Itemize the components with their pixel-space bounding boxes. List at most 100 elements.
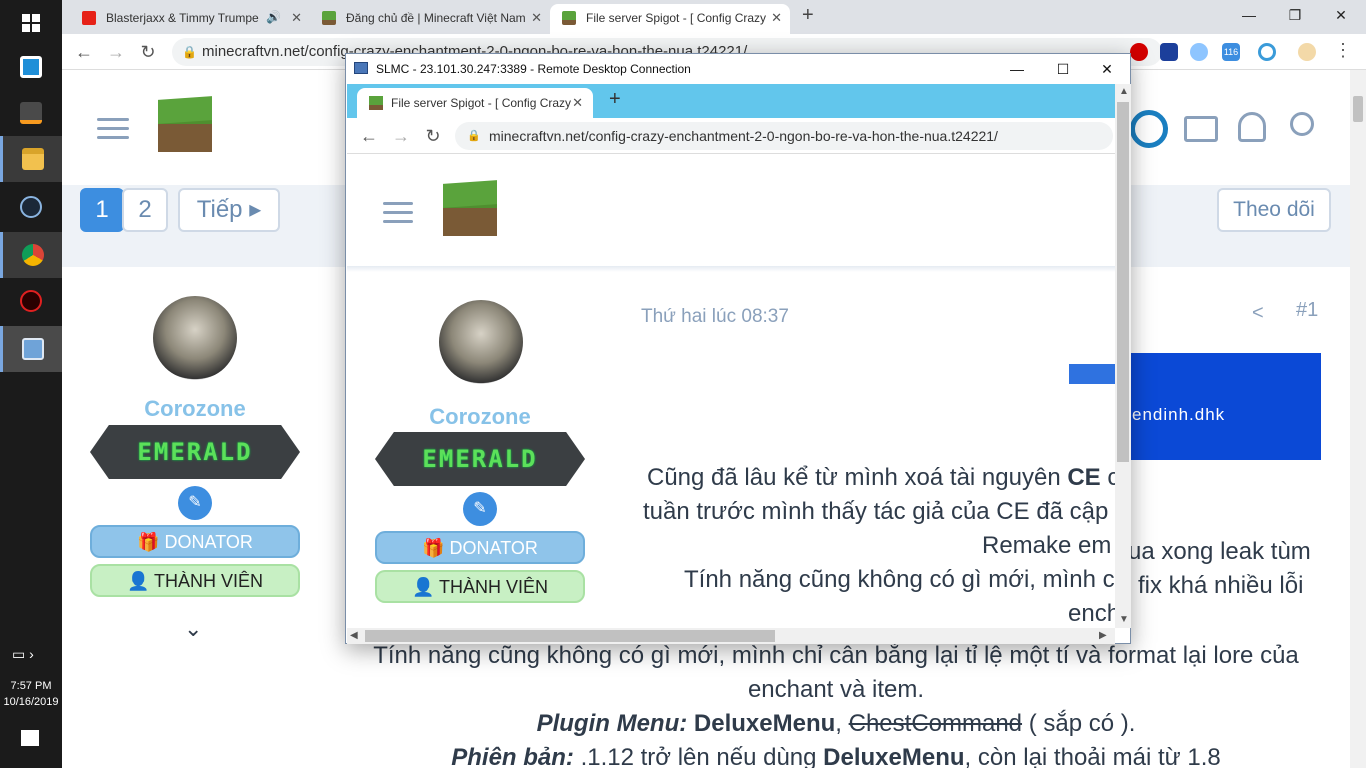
opera-ext-icon[interactable] bbox=[1130, 43, 1148, 61]
scroll-left-icon[interactable]: ◀ bbox=[350, 630, 358, 641]
inner-address-bar[interactable]: 🔒 minecraftvn.net/config-crazy-enchantme… bbox=[455, 122, 1113, 150]
tab-file-server-spigot[interactable]: File server Spigot - [ Config Crazy ✕ bbox=[550, 4, 790, 34]
scroll-up-icon[interactable]: ▲ bbox=[1119, 86, 1129, 97]
inner-menu-icon[interactable] bbox=[383, 202, 413, 224]
rdp-close-button[interactable]: ✕ bbox=[1084, 54, 1130, 84]
user-badge-icon[interactable]: ✎ bbox=[178, 486, 212, 520]
back-button[interactable]: ← bbox=[72, 40, 96, 64]
inner-text-line-2: tuần trước mình thấy tác giả của CE đã c… bbox=[643, 498, 1115, 525]
inner-tab-file-server[interactable]: File server Spigot - [ Config Crazy ✕ bbox=[357, 88, 593, 118]
close-icon[interactable]: ✕ bbox=[531, 4, 542, 32]
post-number-link[interactable]: #1 bbox=[1296, 299, 1318, 322]
new-tab-button[interactable]: + bbox=[802, 4, 814, 27]
next-label: Tiếp bbox=[196, 196, 243, 223]
next-page-button[interactable]: Tiếp ▸ bbox=[178, 188, 280, 232]
clock-date: 10/16/2019 bbox=[3, 696, 59, 708]
rdp-maximize-button[interactable]: ☐ bbox=[1040, 54, 1086, 84]
j-ext-icon[interactable] bbox=[1160, 43, 1178, 61]
rdp-minimize-button[interactable]: — bbox=[994, 54, 1040, 84]
chevron-down-icon[interactable]: ⌄ bbox=[184, 616, 202, 642]
minecraft-grass-icon bbox=[562, 11, 576, 25]
inner-horizontal-scrollbar[interactable]: ◀ ▶ bbox=[347, 628, 1115, 644]
mail-icon[interactable] bbox=[1184, 116, 1218, 142]
close-icon[interactable]: ✕ bbox=[572, 88, 583, 118]
inner-vertical-scrollbar[interactable]: ▲ ▼ bbox=[1115, 84, 1131, 628]
inner-back-button[interactable]: ← bbox=[357, 124, 381, 148]
minimize-button[interactable]: — bbox=[1226, 0, 1272, 30]
app-blue-square-icon[interactable] bbox=[0, 44, 62, 90]
outer-scroll-thumb[interactable] bbox=[1353, 96, 1363, 122]
inner-donator-role: 🎁 DONATOR bbox=[375, 531, 585, 564]
scroll-right-icon[interactable]: ▶ bbox=[1099, 630, 1107, 641]
remote-desktop-window: SLMC - 23.101.30.247:3389 - Remote Deskt… bbox=[345, 53, 1131, 644]
close-window-button[interactable]: ✕ bbox=[1318, 0, 1364, 30]
calendar-ext-icon[interactable]: 116 bbox=[1222, 43, 1240, 61]
share-icon[interactable]: < bbox=[1252, 302, 1264, 325]
page-1-button[interactable]: 1 bbox=[80, 188, 124, 232]
power-icon[interactable] bbox=[1130, 110, 1168, 148]
version-line: Phiên bản: .1.12 trở lên nếu dùng Deluxe… bbox=[356, 744, 1316, 768]
page-2-button[interactable]: 2 bbox=[122, 188, 168, 232]
outer-scrollbar[interactable] bbox=[1350, 70, 1366, 768]
chrome-icon[interactable] bbox=[0, 232, 62, 278]
rdp-title-bar[interactable]: SLMC - 23.101.30.247:3389 - Remote Deskt… bbox=[346, 54, 1130, 84]
profile-avatar[interactable] bbox=[1298, 43, 1316, 61]
steam-icon[interactable] bbox=[0, 184, 62, 230]
scroll-down-icon[interactable]: ▼ bbox=[1119, 614, 1129, 625]
inner-user-badge-icon[interactable]: ✎ bbox=[463, 492, 497, 526]
outer-tab-strip: Blasterjaxx & Timmy Trumpe ✕ 🔊 Đăng chủ … bbox=[62, 0, 1366, 34]
reload-button[interactable]: ↻ bbox=[136, 40, 160, 64]
garena-icon[interactable] bbox=[0, 278, 62, 324]
system-clock[interactable]: 7:57 PM 10/16/2019 bbox=[0, 678, 62, 710]
donator-label: DONATOR bbox=[164, 532, 253, 552]
search-ext-icon[interactable] bbox=[1258, 43, 1276, 61]
inner-tab-strip: File server Spigot - [ Config Crazy ✕ + bbox=[347, 84, 1115, 118]
inner-reload-button[interactable]: ↻ bbox=[421, 124, 445, 148]
image-caption: endinh.dhk bbox=[1132, 405, 1226, 424]
inner-text-line-4: Tính năng cũng không có gì mới, mình c bbox=[684, 566, 1115, 593]
bell-icon[interactable] bbox=[1238, 112, 1266, 142]
close-icon[interactable]: ✕ bbox=[291, 4, 302, 32]
network-icon[interactable]: ▭ › bbox=[12, 646, 34, 663]
header-divider bbox=[347, 266, 1115, 272]
user-avatar[interactable] bbox=[153, 296, 237, 380]
follow-button[interactable]: Theo dõi bbox=[1217, 188, 1331, 232]
post-image[interactable]: endinh.dhk bbox=[1130, 353, 1321, 460]
inner-text-line-3: Remake em bbox=[982, 532, 1112, 559]
inner-text-line-1: Cũng đã lâu kể từ mình xoá tài nguyên CE… bbox=[647, 464, 1115, 492]
minecraft-logo[interactable] bbox=[158, 96, 212, 152]
file-explorer-icon[interactable] bbox=[0, 136, 62, 182]
tab-dang-chu-de[interactable]: Đăng chủ đề | Minecraft Việt Nam ✕ bbox=[310, 4, 550, 34]
sublime-text-icon[interactable] bbox=[0, 90, 62, 136]
inner-user-avatar[interactable] bbox=[439, 300, 523, 384]
windows-start-icon[interactable] bbox=[0, 0, 62, 46]
post-text-fragment: fix khá nhiều lỗi bbox=[1138, 572, 1304, 599]
member-label: THÀNH VIÊN bbox=[439, 577, 549, 597]
inner-hscroll-thumb[interactable] bbox=[365, 630, 775, 642]
speaker-icon[interactable]: 🔊 bbox=[266, 10, 281, 24]
youtube-icon bbox=[82, 11, 96, 25]
close-icon[interactable]: ✕ bbox=[771, 4, 782, 32]
member-role: 👤 THÀNH VIÊN bbox=[90, 564, 300, 597]
inner-vscroll-thumb[interactable] bbox=[1117, 102, 1129, 462]
inner-forward-button[interactable]: → bbox=[389, 124, 413, 148]
text-bold: CE bbox=[1067, 464, 1101, 491]
menu-icon[interactable] bbox=[97, 118, 129, 140]
chrome-menu-icon[interactable]: ⋮ bbox=[1334, 40, 1352, 61]
restore-button[interactable]: ❐ bbox=[1272, 0, 1318, 30]
plugin-menu-line: Plugin Menu: DeluxeMenu, ChestCommand ( … bbox=[356, 710, 1316, 738]
search-icon[interactable] bbox=[1290, 112, 1314, 136]
inner-member-role: 👤 THÀNH VIÊN bbox=[375, 570, 585, 603]
version-bold: DeluxeMenu bbox=[823, 744, 965, 768]
inner-post-image[interactable] bbox=[1069, 364, 1115, 384]
forward-button[interactable]: → bbox=[104, 40, 128, 64]
remote-desktop-icon[interactable] bbox=[0, 326, 62, 372]
minecraft-grass-icon bbox=[322, 11, 336, 25]
username-link[interactable]: Corozone bbox=[90, 396, 300, 422]
inner-username-link[interactable]: Corozone bbox=[375, 404, 585, 430]
inner-minecraft-logo[interactable] bbox=[443, 180, 497, 236]
action-center-icon[interactable] bbox=[21, 730, 39, 746]
owl-ext-icon[interactable] bbox=[1190, 43, 1208, 61]
lock-icon: 🔒 bbox=[467, 130, 481, 142]
inner-new-tab-button[interactable]: + bbox=[609, 88, 621, 111]
